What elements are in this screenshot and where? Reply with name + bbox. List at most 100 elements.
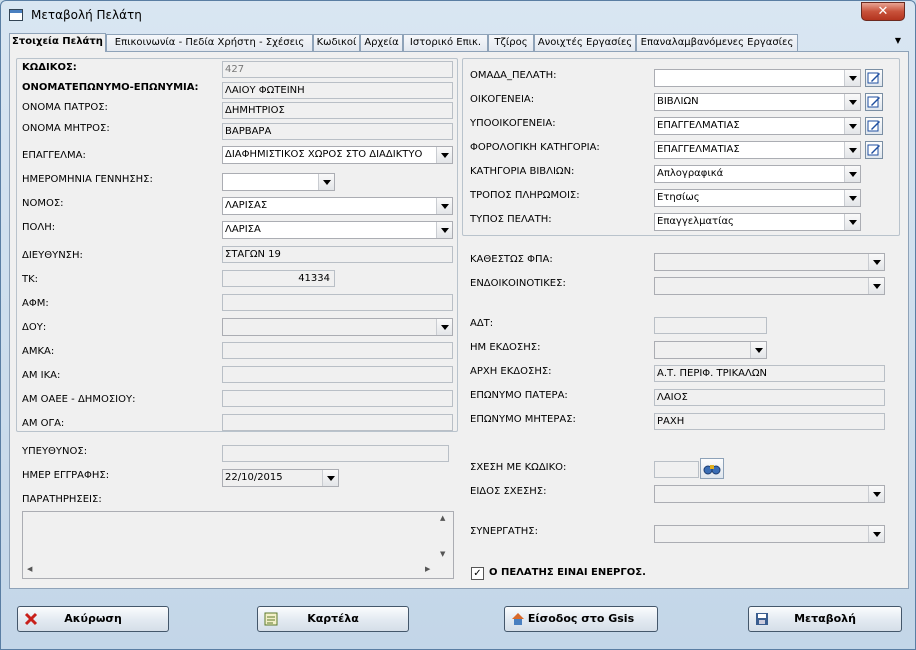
chevron-down-icon[interactable] bbox=[318, 174, 334, 190]
tab-codes[interactable]: Κωδικοί bbox=[313, 34, 360, 51]
birthdate-picker[interactable] bbox=[222, 173, 335, 191]
subfamily-select[interactable]: ΕΠΑΓΓΕΛΜΑΤΙΑΣ bbox=[654, 117, 861, 135]
intra-select[interactable] bbox=[654, 277, 885, 295]
payment-value: Ετησίως bbox=[657, 192, 700, 203]
gsis-login-button[interactable]: Είσοδος στο Gsis bbox=[504, 606, 658, 632]
amika-field[interactable] bbox=[222, 366, 453, 383]
authority-label: ΑΡΧΗ ΕΚΔΟΣΗΣ: bbox=[470, 366, 552, 377]
gsis-login-button-label: Είσοδος στο Gsis bbox=[527, 612, 635, 625]
doy-label: ΔΟΥ: bbox=[22, 322, 47, 333]
notes-horizontal-scrollbar[interactable]: ◀ ▶ bbox=[23, 561, 437, 578]
scroll-up-icon[interactable]: ▲ bbox=[440, 514, 445, 522]
chevron-down-icon[interactable] bbox=[436, 147, 452, 163]
window-title: Μεταβολή Πελάτη bbox=[31, 8, 142, 22]
oga-field[interactable] bbox=[222, 414, 453, 431]
card-button[interactable]: Καρτέλα bbox=[257, 606, 409, 632]
chevron-down-icon[interactable] bbox=[844, 142, 860, 158]
customer-group-select[interactable] bbox=[654, 69, 861, 87]
notes-vertical-scrollbar[interactable]: ▲ ▼ bbox=[436, 512, 453, 562]
code-label: ΚΩΔΙΚΟΣ: bbox=[22, 62, 77, 73]
edit-taxcat-button[interactable] bbox=[865, 141, 883, 159]
chevron-down-icon[interactable] bbox=[436, 319, 452, 335]
title-bar: Μεταβολή Πελάτη ✕ bbox=[1, 1, 916, 29]
mother-name-field[interactable]: ΒΑΡΒΑΡΑ bbox=[222, 123, 453, 140]
tab-turnover[interactable]: Τζίρος bbox=[488, 34, 534, 51]
city-label: ΠΟΛΗ: bbox=[22, 222, 56, 233]
payment-select[interactable]: Ετησίως bbox=[654, 189, 861, 207]
edit-family-button[interactable] bbox=[865, 93, 883, 111]
chevron-down-icon[interactable] bbox=[844, 118, 860, 134]
chevron-down-icon[interactable] bbox=[322, 470, 338, 486]
father-name-field[interactable]: ΔΗΜΗΤΡΙΟΣ bbox=[222, 102, 453, 119]
active-checkbox[interactable]: ✓ bbox=[471, 567, 484, 580]
window-icon bbox=[9, 9, 23, 21]
relcode-field[interactable] bbox=[654, 461, 699, 478]
lookup-customer-button[interactable] bbox=[700, 458, 724, 479]
chevron-down-icon[interactable] bbox=[436, 222, 452, 238]
fullname-label: ΟΝΟΜΑΤΕΠΩΝΥΜΟ-ΕΠΩΝΥΜΙΑ: bbox=[22, 82, 199, 93]
issuedate-label: ΗΜ ΕΚΔΟΣΗΣ: bbox=[470, 342, 541, 353]
chevron-down-icon[interactable] bbox=[868, 278, 884, 294]
fullname-field[interactable]: ΛΑΙΟΥ ΦΩΤΕΙΝΗ bbox=[222, 82, 453, 99]
chevron-down-icon[interactable] bbox=[868, 486, 884, 502]
mother-surname-field[interactable]: ΡΑΧΗ bbox=[654, 413, 885, 430]
scroll-right-icon[interactable]: ▶ bbox=[425, 565, 430, 573]
chevron-down-icon[interactable] bbox=[436, 198, 452, 214]
chevron-down-icon[interactable] bbox=[750, 342, 766, 358]
scroll-down-icon[interactable]: ▼ bbox=[440, 550, 445, 558]
family-select[interactable]: ΒΙΒΛΙΩΝ bbox=[654, 93, 861, 111]
edit-group-button[interactable] bbox=[865, 69, 883, 87]
profession-select[interactable]: ΔΙΑΦΗΜΙΣΤΙΚΟΣ ΧΩΡΟΣ ΣΤΟ ΔΙΑΔΙΚΤΥΟ bbox=[222, 146, 453, 164]
custtype-select[interactable]: Επαγγελματίας bbox=[654, 213, 861, 231]
tab-communication[interactable]: Επικοινωνία - Πεδία Χρήστη - Σχέσεις bbox=[106, 34, 313, 51]
chevron-down-icon[interactable] bbox=[844, 166, 860, 182]
chevron-down-icon[interactable] bbox=[868, 254, 884, 270]
notes-label: ΠΑΡΑΤΗΡΗΣΕΙΣ: bbox=[22, 494, 102, 505]
doy-select[interactable] bbox=[222, 318, 453, 336]
prefecture-select[interactable]: ΛΑΡΙΣΑΣ bbox=[222, 197, 453, 215]
chevron-down-icon[interactable] bbox=[844, 190, 860, 206]
address-field[interactable]: ΣΤΑΓΩΝ 19 bbox=[222, 246, 453, 263]
scroll-left-icon[interactable]: ◀ bbox=[27, 565, 32, 573]
partner-select[interactable] bbox=[654, 525, 885, 543]
save-button[interactable]: Μεταβολή bbox=[748, 606, 902, 632]
partner-label: ΣΥΝΕΡΓΑΤΗΣ: bbox=[470, 526, 538, 537]
bookcat-select[interactable]: Απλογραφικά bbox=[654, 165, 861, 183]
taxcat-select[interactable]: ΕΠΑΓΓΕΛΜΑΤΙΑΣ bbox=[654, 141, 861, 159]
tab-files[interactable]: Αρχεία bbox=[360, 34, 403, 51]
close-button[interactable]: ✕ bbox=[861, 2, 905, 21]
chevron-down-icon[interactable] bbox=[844, 70, 860, 86]
responsible-field[interactable] bbox=[222, 445, 449, 462]
edit-pencil-icon bbox=[867, 144, 880, 156]
tab-customer-details[interactable]: Στοιχεία Πελάτη bbox=[9, 33, 106, 52]
chevron-down-icon[interactable] bbox=[844, 94, 860, 110]
regdate-picker[interactable]: 22/10/2015 bbox=[222, 469, 339, 487]
reltype-label: ΕΙΔΟΣ ΣΧΕΣΗΣ: bbox=[470, 486, 547, 497]
bookcat-label: ΚΑΤΗΓΟΡΙΑ ΒΙΒΛΙΩΝ: bbox=[470, 166, 575, 177]
taxcat-value: ΕΠΑΓΓΕΛΜΑΤΙΑΣ bbox=[657, 144, 740, 155]
tab-recurring-tasks[interactable]: Επαναλαμβανόμενες Εργασίες bbox=[636, 34, 798, 51]
cancel-button[interactable]: Ακύρωση bbox=[17, 606, 169, 632]
notes-textarea[interactable]: ▲ ▼ ◀ ▶ bbox=[22, 511, 454, 579]
adt-field[interactable] bbox=[654, 317, 767, 334]
authority-field[interactable]: Α.Τ. ΠΕΡΙΦ. ΤΡΙΚΑΛΩΝ bbox=[654, 365, 885, 382]
city-select[interactable]: ΛΑΡΙΣΑ bbox=[222, 221, 453, 239]
regdate-value: 22/10/2015 bbox=[225, 472, 283, 483]
cancel-x-icon bbox=[24, 612, 38, 626]
chevron-down-icon[interactable] bbox=[844, 214, 860, 230]
chevron-down-icon[interactable] bbox=[868, 526, 884, 542]
zip-field[interactable]: 41334 bbox=[222, 270, 335, 287]
ledger-card-icon bbox=[264, 612, 278, 626]
address-label: ΔΙΕΥΘΥΝΣΗ: bbox=[22, 250, 83, 261]
vat-select[interactable] bbox=[654, 253, 885, 271]
tab-open-tasks[interactable]: Ανοιχτές Εργασίες bbox=[534, 34, 636, 51]
issuedate-picker[interactable] bbox=[654, 341, 767, 359]
father-surname-field[interactable]: ΛΑΙΟΣ bbox=[654, 389, 885, 406]
edit-subfamily-button[interactable] bbox=[865, 117, 883, 135]
amka-field[interactable] bbox=[222, 342, 453, 359]
afm-field[interactable] bbox=[222, 294, 453, 311]
tab-overflow-icon[interactable]: ▼ bbox=[893, 34, 903, 48]
oaee-field[interactable] bbox=[222, 390, 453, 407]
tab-history[interactable]: Ιστορικό Επικ. bbox=[403, 34, 488, 51]
reltype-select[interactable] bbox=[654, 485, 885, 503]
